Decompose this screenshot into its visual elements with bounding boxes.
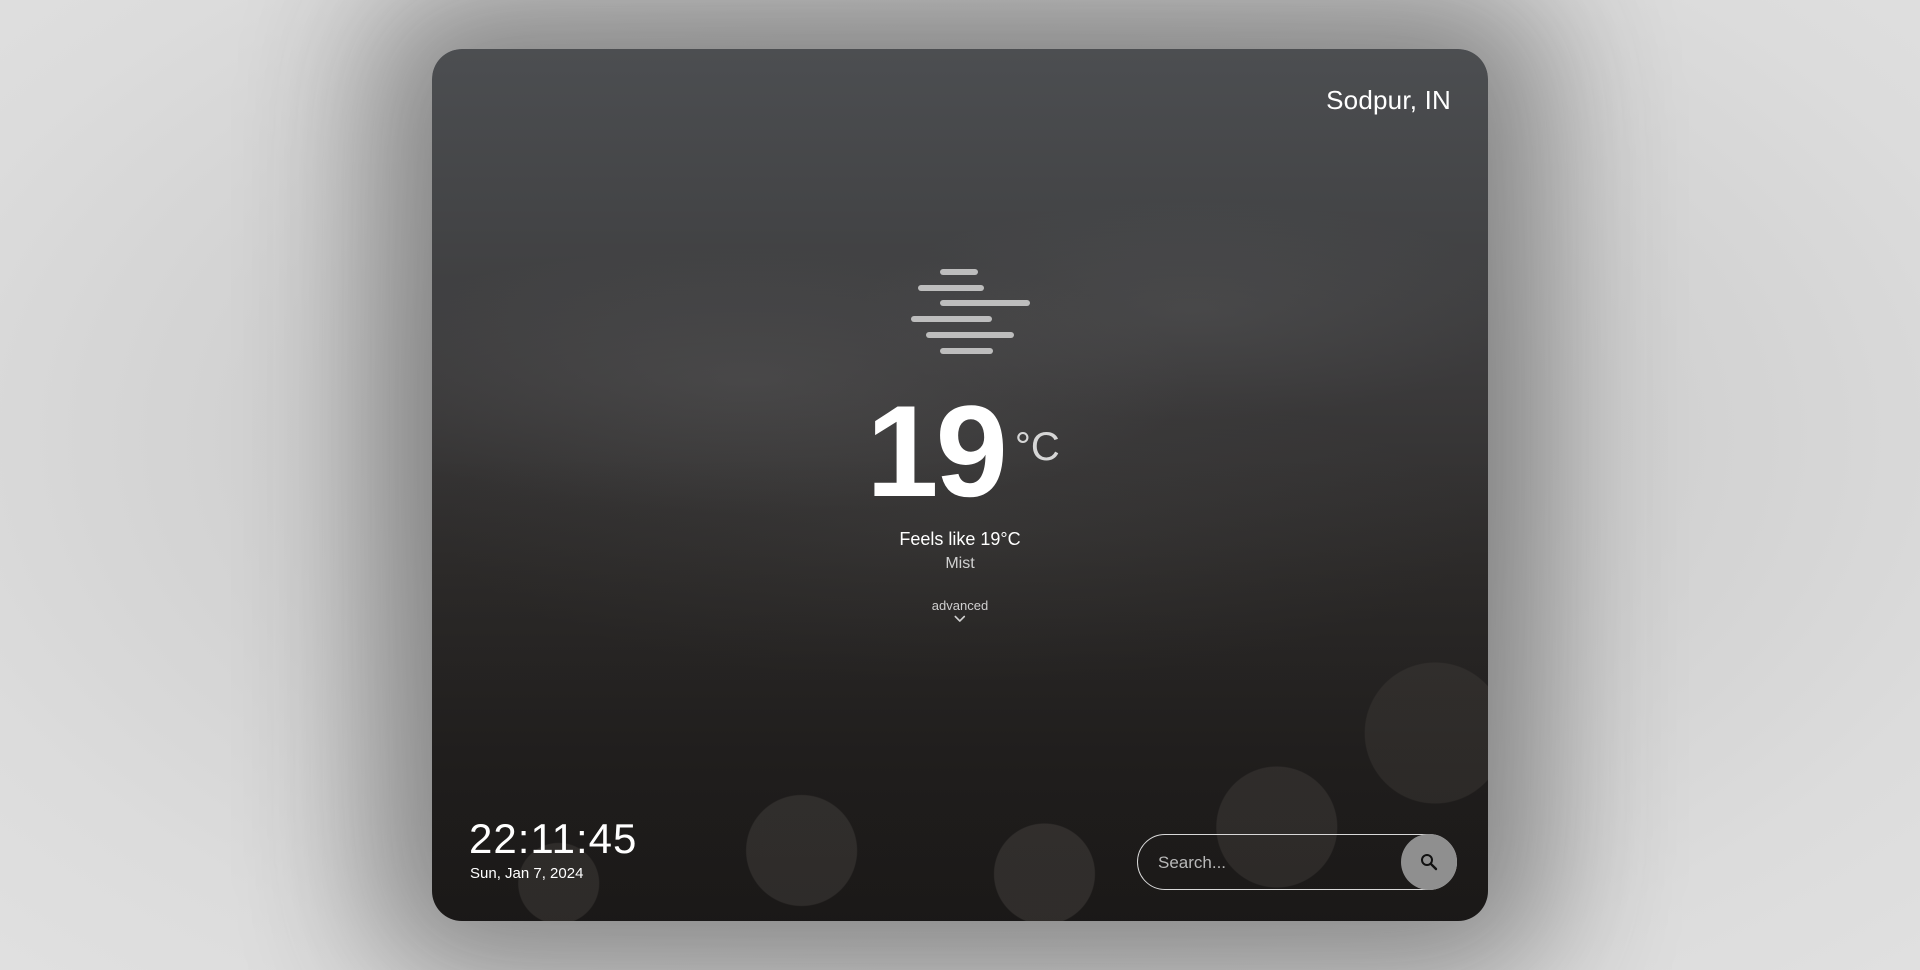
temperature-display: 19 °C bbox=[432, 378, 1488, 524]
weather-card: Sodpur, IN 19 °C Feels like 19°C Mist adv… bbox=[432, 49, 1488, 921]
temperature-value: 19 bbox=[866, 378, 1008, 524]
search-input[interactable] bbox=[1156, 835, 1380, 890]
search-icon bbox=[1421, 854, 1438, 871]
advanced-label: advanced bbox=[931, 598, 989, 613]
search-bar bbox=[1137, 834, 1457, 890]
mist-icon bbox=[911, 269, 1030, 354]
feels-like-text: Feels like 19°C bbox=[899, 529, 1021, 549]
advanced-toggle[interactable]: advanced bbox=[932, 598, 988, 623]
condition-text: Mist bbox=[945, 555, 975, 572]
location-label: Sodpur, IN bbox=[1326, 85, 1451, 115]
chevron-down-icon bbox=[954, 615, 966, 622]
clock-date: Sun, Jan 7, 2024 bbox=[470, 865, 584, 882]
clock-time: 22:11:45 bbox=[469, 815, 638, 862]
search-button[interactable] bbox=[1401, 834, 1457, 890]
temperature-unit: °C bbox=[1014, 425, 1060, 469]
